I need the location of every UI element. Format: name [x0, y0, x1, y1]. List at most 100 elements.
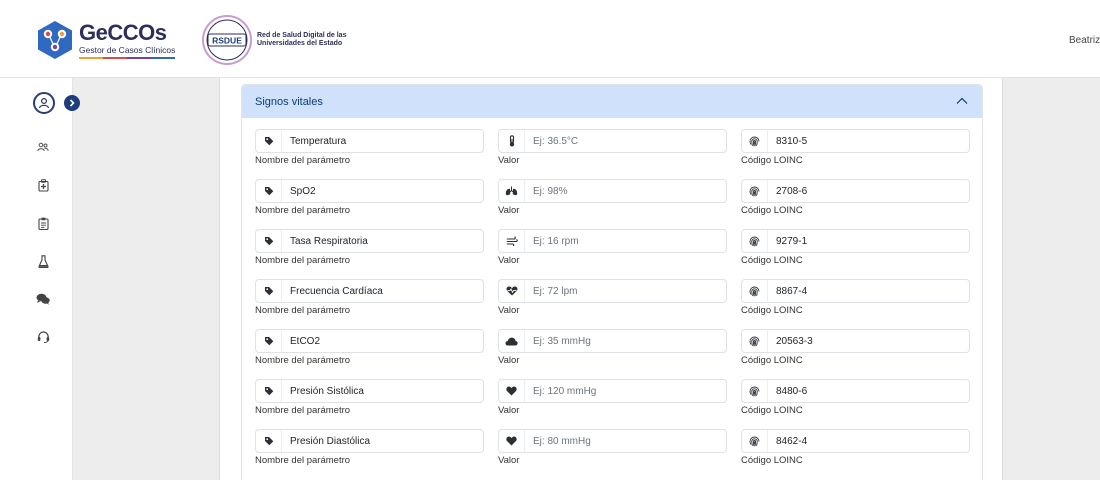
vital-sign-row: Tasa Respiratoria Nombre del parámetro E…: [255, 229, 971, 269]
value-placeholder: Ej: 98%: [533, 185, 568, 197]
loinc-code-label: Código LOINC: [741, 355, 803, 366]
parameter-name-field: Frecuencia Cardíaca Nombre del parámetro: [255, 279, 484, 316]
brand-subtitle: Gestor de Casos Clínicos: [79, 44, 176, 55]
tag-icon: [256, 230, 282, 252]
loinc-code-input[interactable]: 8867-4: [741, 279, 970, 303]
loinc-code-value: 9279-1: [776, 235, 808, 247]
sidebar-item-messages[interactable]: [36, 292, 50, 306]
value-field: Ej: 98% Valor: [498, 179, 727, 216]
sidebar-item-lab[interactable]: [36, 254, 50, 268]
value-placeholder: Ej: 120 mmHg: [533, 385, 597, 397]
loinc-code-value: 8462-4: [776, 435, 808, 447]
tag-icon: [256, 180, 282, 202]
loinc-code-input[interactable]: 8310-5: [741, 129, 970, 153]
sidebar: [0, 78, 80, 480]
value-label: Valor: [498, 355, 520, 366]
fingerprint-icon: [742, 330, 768, 352]
loinc-code-input[interactable]: 8480-6: [741, 379, 970, 403]
parameter-name-input[interactable]: Presión Sistólica: [255, 379, 484, 403]
parameter-name-label: Nombre del parámetro: [255, 405, 351, 416]
sidebar-item-support[interactable]: [36, 330, 50, 344]
vital-sign-row: EtCO2 Nombre del parámetro Ej: 35 mmHg V…: [255, 329, 971, 369]
tag-icon: [256, 380, 282, 402]
value-label: Valor: [498, 305, 520, 316]
clipboard-icon: [37, 217, 49, 230]
rsdue-seal-icon: RSDUE: [202, 15, 252, 65]
tag-icon: [256, 130, 282, 152]
section-title: Signos vitales: [255, 95, 323, 108]
parameter-name-label: Nombre del parámetro: [255, 305, 351, 316]
fingerprint-icon: [742, 130, 768, 152]
svg-text:RSDUE: RSDUE: [212, 36, 242, 46]
tag-icon: [256, 280, 282, 302]
fingerprint-icon: [742, 430, 768, 452]
parameter-name-field: Tasa Respiratoria Nombre del parámetro: [255, 229, 484, 266]
parameter-name-value: EtCO2: [290, 335, 321, 347]
thermometer-icon: [499, 130, 525, 152]
parameter-name-input[interactable]: Frecuencia Cardíaca: [255, 279, 484, 303]
loinc-code-label: Código LOINC: [741, 405, 803, 416]
brand-title: GeCCOs: [79, 19, 167, 45]
parameter-name-field: SpO2 Nombre del parámetro: [255, 179, 484, 216]
sidebar-item-records[interactable]: [36, 216, 50, 230]
user-name[interactable]: Beatriz: [1069, 35, 1100, 46]
loinc-code-input[interactable]: 8462-4: [741, 429, 970, 453]
user-icon: [38, 97, 50, 109]
value-input[interactable]: Ej: 72 lpm: [498, 279, 727, 303]
avatar[interactable]: [33, 92, 55, 114]
loinc-code-field: 20563-3 Código LOINC: [741, 329, 970, 366]
brand-color-bars: [79, 56, 175, 59]
value-placeholder: Ej: 72 lpm: [533, 285, 578, 297]
sidebar-item-users[interactable]: [36, 140, 50, 154]
parameter-name-label: Nombre del parámetro: [255, 455, 351, 466]
vital-sign-row: Frecuencia Cardíaca Nombre del parámetro…: [255, 279, 971, 319]
parameter-name-label: Nombre del parámetro: [255, 255, 351, 266]
loinc-code-value: 20563-3: [776, 335, 813, 347]
parameter-name-input[interactable]: Tasa Respiratoria: [255, 229, 484, 253]
loinc-code-label: Código LOINC: [741, 255, 803, 266]
heart-pulse-icon: [499, 280, 525, 302]
value-field: Ej: 35 mmHg Valor: [498, 329, 727, 366]
tag-icon: [256, 430, 282, 452]
value-input[interactable]: Ej: 98%: [498, 179, 727, 203]
parameter-name-value: Presión Diastólica: [290, 435, 371, 447]
value-input[interactable]: Ej: 80 mmHg: [498, 429, 727, 453]
value-input[interactable]: Ej: 35 mmHg: [498, 329, 727, 353]
loinc-code-input[interactable]: 20563-3: [741, 329, 970, 353]
value-label: Valor: [498, 405, 520, 416]
geccos-logo[interactable]: GeCCOs Gestor de Casos Clínicos: [36, 18, 181, 62]
value-field: Ej: 120 mmHg Valor: [498, 379, 727, 416]
parameter-name-input[interactable]: Temperatura: [255, 129, 484, 153]
parameter-name-label: Nombre del parámetro: [255, 205, 351, 216]
parameter-name-value: Presión Sistólica: [290, 385, 364, 397]
vital-signs-header[interactable]: Signos vitales: [242, 85, 982, 118]
wind-icon: [499, 230, 525, 252]
parameter-name-input[interactable]: SpO2: [255, 179, 484, 203]
parameter-name-field: Presión Sistólica Nombre del parámetro: [255, 379, 484, 416]
parameter-name-value: SpO2: [290, 185, 316, 197]
loinc-code-field: 8867-4 Código LOINC: [741, 279, 970, 316]
value-input[interactable]: Ej: 16 rpm: [498, 229, 727, 253]
value-input[interactable]: Ej: 36.5°C: [498, 129, 727, 153]
loinc-code-input[interactable]: 2708-6: [741, 179, 970, 203]
value-label: Valor: [498, 455, 520, 466]
value-placeholder: Ej: 35 mmHg: [533, 335, 591, 347]
value-label: Valor: [498, 205, 520, 216]
chat-icon: [36, 293, 50, 305]
parameter-name-input[interactable]: Presión Diastólica: [255, 429, 484, 453]
fingerprint-icon: [742, 230, 768, 252]
loinc-code-input[interactable]: 9279-1: [741, 229, 970, 253]
vital-sign-row: Presión Diastólica Nombre del parámetro …: [255, 429, 971, 469]
loinc-code-label: Código LOINC: [741, 155, 803, 166]
parameter-name-input[interactable]: EtCO2: [255, 329, 484, 353]
vital-sign-row: SpO2 Nombre del parámetro Ej: 98% Valor …: [255, 179, 971, 219]
rsdue-logo[interactable]: RSDUE Red de Salud Digital de las Univer…: [201, 14, 367, 66]
chevron-up-icon[interactable]: [956, 96, 968, 106]
loinc-code-value: 8480-6: [776, 385, 808, 397]
flask-icon: [37, 254, 49, 268]
sidebar-item-cases[interactable]: [36, 178, 50, 192]
sidebar-expand-button[interactable]: [64, 95, 80, 111]
value-input[interactable]: Ej: 120 mmHg: [498, 379, 727, 403]
loinc-code-label: Código LOINC: [741, 205, 803, 216]
medical-kit-icon: [37, 178, 49, 192]
